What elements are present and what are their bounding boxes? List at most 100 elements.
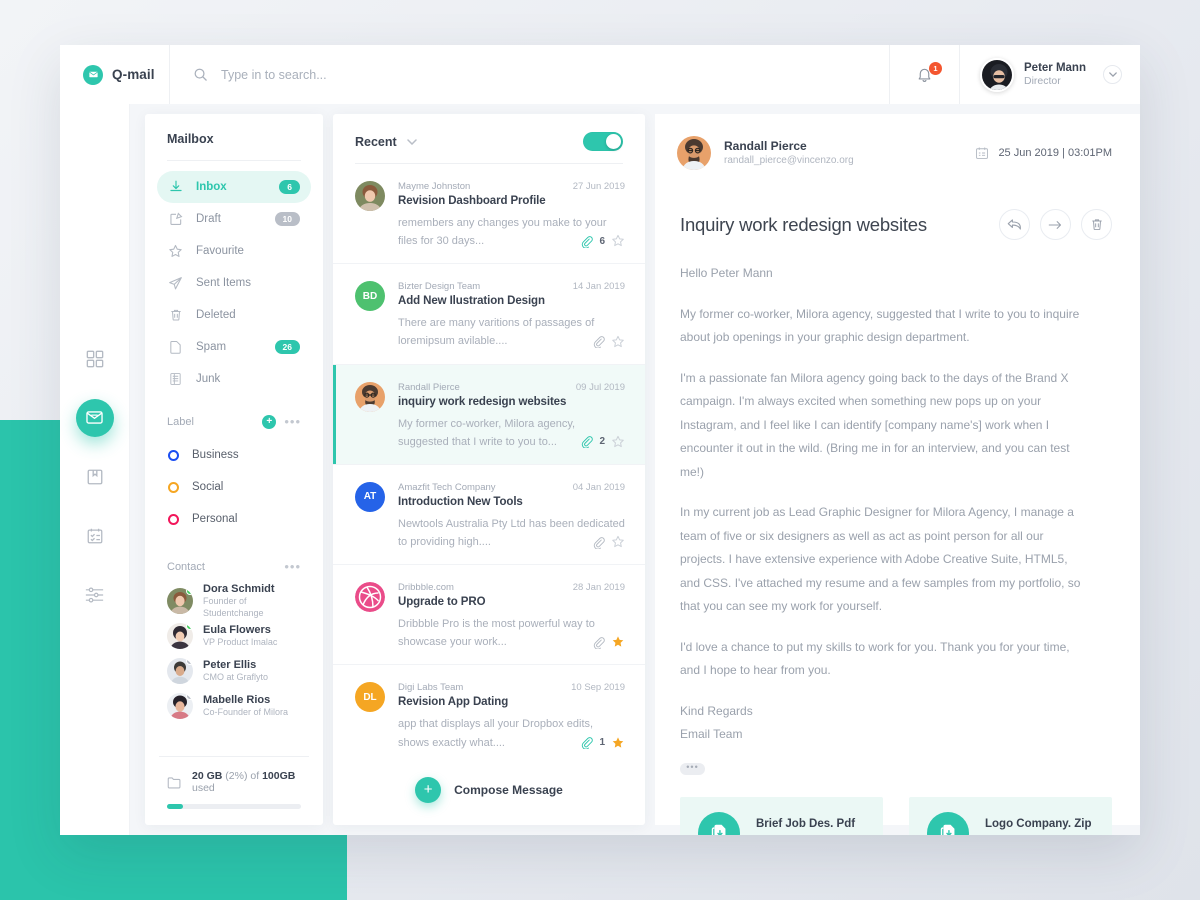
label-dot-icon bbox=[168, 449, 179, 461]
email-subject: Upgrade to PRO bbox=[398, 596, 486, 609]
email-list-panel: Recent Mayme Johnston 27 Jun 2019 Revision… bbox=[333, 114, 645, 825]
book-icon bbox=[86, 468, 104, 486]
star-icon[interactable] bbox=[611, 335, 625, 349]
sidebar-item-settings[interactable] bbox=[60, 565, 129, 624]
table-row[interactable]: Randall Pierce 09 Jul 2019 inquiry work re… bbox=[333, 364, 645, 465]
email-date: 09 Jul 2019 bbox=[575, 381, 625, 393]
forward-button[interactable] bbox=[1040, 209, 1071, 240]
signoff-line-2: Email Team bbox=[680, 727, 743, 742]
star-icon[interactable] bbox=[611, 635, 625, 649]
paperclip-icon[interactable] bbox=[580, 736, 594, 750]
sidebar-item-label: Inbox bbox=[196, 181, 227, 193]
table-row[interactable]: AT Amazfit Tech Company 04 Jan 2019 Introdu… bbox=[333, 465, 645, 566]
email-body: Hello Peter Mann My former co-worker, Mi… bbox=[655, 240, 1140, 775]
label-item-personal[interactable]: Personal bbox=[145, 503, 323, 535]
subject-row: Inquiry work redesign websites bbox=[655, 187, 1140, 240]
table-row[interactable]: Dribbble.com 28 Jan 2019 Upgrade to PRO Dri… bbox=[333, 565, 645, 666]
paperclip-icon[interactable] bbox=[592, 636, 605, 649]
list-item[interactable]: Peter Ellis CMO at Graflyto bbox=[145, 653, 323, 688]
list-item[interactable]: Mabelle Rios Co-Founder of Milora bbox=[145, 688, 323, 723]
paperclip-icon[interactable] bbox=[592, 536, 605, 549]
list-header: Recent bbox=[333, 114, 645, 163]
attachment-item[interactable]: Brief Job Des. Pdf 746 KB bbox=[680, 796, 883, 835]
contact-name: Dora Schmidt bbox=[203, 582, 275, 595]
reader-header: Randall Pierce randall_pierce@vincenzo.o… bbox=[655, 114, 1140, 170]
reply-button[interactable] bbox=[999, 209, 1030, 240]
sidebar-item-inbox[interactable]: Inbox 6 bbox=[157, 171, 311, 203]
table-row[interactable]: Mayme Johnston 27 Jun 2019 Revision Dashbo… bbox=[333, 164, 645, 265]
plus-icon[interactable]: + bbox=[262, 415, 277, 429]
sidebar-item-deleted[interactable]: Deleted bbox=[157, 299, 311, 331]
search-input[interactable] bbox=[221, 67, 521, 82]
sidebar-item-favourite[interactable]: Favourite bbox=[157, 235, 311, 267]
draft-icon bbox=[168, 212, 183, 227]
send-icon bbox=[168, 276, 183, 291]
sidebar-item-dashboard[interactable] bbox=[60, 329, 129, 388]
email-sender: Randall Pierce bbox=[398, 381, 460, 393]
label-item-social[interactable]: Social bbox=[145, 471, 323, 503]
sidebar-item-notes[interactable] bbox=[60, 447, 129, 506]
mailbox-panel: Mailbox Inbox 6 Draft 10 Favourite Sent … bbox=[145, 114, 323, 825]
sidebar-item-mail[interactable] bbox=[60, 388, 129, 447]
storage-suffix: used bbox=[192, 782, 215, 794]
star-icon[interactable] bbox=[611, 736, 625, 750]
sidebar-item-junk[interactable]: Junk bbox=[157, 363, 311, 395]
sidebar-item-spam[interactable]: Spam 26 bbox=[157, 331, 311, 363]
label-dot-icon bbox=[168, 481, 179, 493]
email-subject: inquiry work redesign websites bbox=[398, 395, 567, 408]
sidebar-item-label: Spam bbox=[196, 341, 227, 353]
table-row[interactable]: DL Digi Labs Team 10 Sep 2019 Revision App … bbox=[333, 665, 645, 758]
more-icon[interactable]: ••• bbox=[284, 560, 301, 573]
envelope-icon bbox=[83, 64, 103, 85]
storage-of: of bbox=[250, 770, 260, 782]
divider bbox=[167, 160, 301, 161]
star-icon[interactable] bbox=[611, 234, 625, 248]
grid-icon bbox=[86, 350, 104, 368]
storage-progress-fill bbox=[167, 804, 184, 809]
email-subject: Revision App Dating bbox=[398, 696, 509, 709]
paperclip-icon[interactable] bbox=[580, 435, 594, 449]
attachment-item[interactable]: Logo Company. Zip 1.2 MB bbox=[909, 796, 1112, 835]
chevron-down-icon[interactable] bbox=[1103, 65, 1122, 84]
show-more-button[interactable]: ••• bbox=[680, 762, 705, 775]
icon-rail bbox=[60, 104, 129, 835]
more-icon[interactable]: ••• bbox=[284, 415, 301, 428]
list-item[interactable]: Eula Flowers VP Product Imalac bbox=[145, 618, 323, 653]
avatar bbox=[167, 692, 193, 719]
sidebar-item-draft[interactable]: Draft 10 bbox=[157, 203, 311, 235]
avatar bbox=[167, 587, 193, 614]
app-body: Mailbox Inbox 6 Draft 10 Favourite Sent … bbox=[60, 104, 1140, 835]
compose-message-button[interactable]: + Compose Message bbox=[333, 758, 645, 825]
inbox-icon bbox=[168, 180, 183, 195]
email-date: 10 Sep 2019 bbox=[571, 682, 625, 694]
notifications-button[interactable]: 1 bbox=[890, 45, 960, 104]
avatar bbox=[677, 136, 711, 170]
list-toggle[interactable] bbox=[583, 132, 623, 151]
brand-logo[interactable]: Q-mail bbox=[60, 45, 170, 104]
star-icon[interactable] bbox=[611, 535, 625, 549]
presence-dot bbox=[186, 692, 193, 700]
table-row[interactable]: BD Bizter Design Team 14 Jan 2019 Add New I… bbox=[333, 264, 645, 365]
sidebar-item-sent[interactable]: Sent Items bbox=[157, 267, 311, 299]
attachment-count: 2 bbox=[599, 436, 605, 448]
email-sender: Dribbble.com bbox=[398, 582, 454, 594]
sender-email: randall_pierce@vincenzo.org bbox=[724, 155, 854, 167]
body-paragraph: Hello Peter Mann bbox=[680, 266, 773, 280]
user-menu[interactable]: Peter Mann Director bbox=[960, 45, 1140, 104]
email-list: Mayme Johnston 27 Jun 2019 Revision Dashbo… bbox=[333, 164, 645, 758]
label-item-business[interactable]: Business bbox=[145, 439, 323, 471]
app-window: Q-mail 1 bbox=[60, 45, 1140, 835]
avatar bbox=[355, 582, 385, 613]
sidebar-item-tasks[interactable] bbox=[60, 506, 129, 565]
paperclip-icon[interactable] bbox=[592, 335, 605, 349]
email-date: 27 Jun 2019 bbox=[572, 181, 625, 192]
paperclip-icon[interactable] bbox=[580, 235, 594, 248]
sort-label[interactable]: Recent bbox=[355, 135, 397, 149]
delete-button[interactable] bbox=[1081, 209, 1112, 240]
body-paragraph: I'm a passionate fan Milora agency going… bbox=[680, 370, 1070, 479]
chevron-down-icon[interactable] bbox=[406, 138, 417, 145]
star-icon[interactable] bbox=[611, 435, 625, 449]
body-paragraph: My former co-worker, Milora agency, sugg… bbox=[680, 306, 1080, 345]
list-item[interactable]: Dora Schmidt Founder of Studentchange bbox=[145, 583, 323, 618]
search-bar[interactable] bbox=[170, 45, 890, 104]
